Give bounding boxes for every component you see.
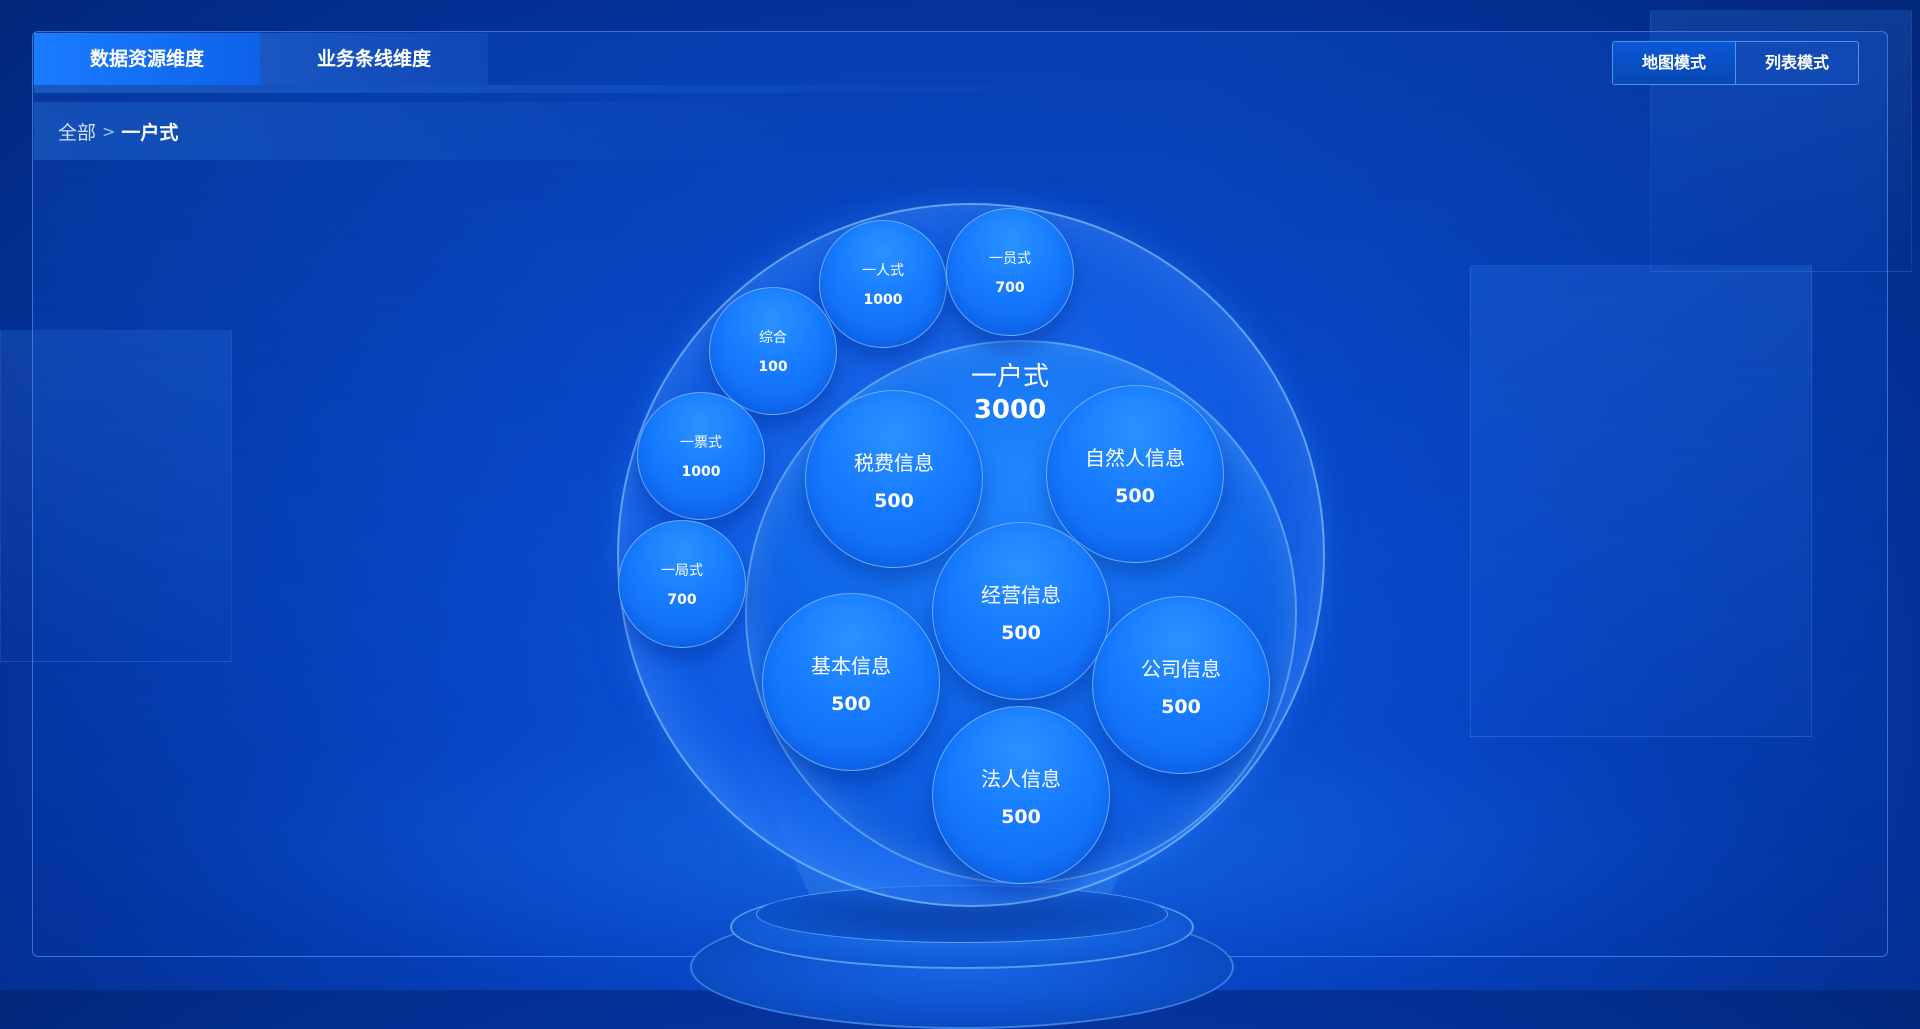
bubble-name: 公司信息 xyxy=(1141,656,1221,681)
bubble-value: 500 xyxy=(1115,484,1155,507)
chevron-right-icon: > xyxy=(102,122,116,141)
tab-underline-glow xyxy=(34,85,1064,93)
bubble-value: 500 xyxy=(1001,621,1041,644)
bubble-company-info[interactable]: 公司信息 500 xyxy=(1092,596,1270,774)
breadcrumb-root-link[interactable]: 全部 xyxy=(58,118,96,145)
bubble-natural-person-info[interactable]: 自然人信息 500 xyxy=(1046,385,1224,563)
dimension-tabs: 数据资源维度 业务条线维度 xyxy=(34,33,488,85)
bubble-value: 100 xyxy=(758,359,788,375)
bubble-yijushi[interactable]: 一局式 700 xyxy=(618,520,746,648)
breadcrumb: 全部 > 一户式 xyxy=(58,118,178,145)
view-mode-toggle: 地图模式 列表模式 xyxy=(1612,41,1859,85)
bubble-yiyuanshi[interactable]: 一员式 700 xyxy=(946,208,1074,336)
bubble-name: 自然人信息 xyxy=(1085,445,1185,470)
center-value: 3000 xyxy=(973,395,1047,425)
bubble-value: 500 xyxy=(1161,695,1201,718)
list-mode-button[interactable]: 列表模式 xyxy=(1735,42,1858,84)
bubble-legal-person-info[interactable]: 法人信息 500 xyxy=(932,706,1110,884)
bubble-name: 法人信息 xyxy=(981,766,1061,791)
tab-business-line[interactable]: 业务条线维度 xyxy=(260,33,488,85)
bubble-value: 500 xyxy=(874,489,914,512)
bubble-name: 一局式 xyxy=(661,563,703,579)
bubble-operation-info[interactable]: 经营信息 500 xyxy=(932,522,1110,700)
bubble-yipiaoshi[interactable]: 一票式 1000 xyxy=(637,392,765,520)
bubble-value: 1000 xyxy=(681,464,721,480)
bubble-basic-info[interactable]: 基本信息 500 xyxy=(762,593,940,771)
bubble-yirenshi[interactable]: 一人式 1000 xyxy=(819,220,947,348)
bubble-name: 税费信息 xyxy=(854,450,934,475)
center-label: 一户式 3000 xyxy=(950,356,1070,425)
bubble-name: 一票式 xyxy=(680,435,722,451)
bubble-name: 一人式 xyxy=(862,263,904,279)
bubble-tax-info[interactable]: 税费信息 500 xyxy=(805,390,983,568)
bubble-value: 700 xyxy=(667,592,697,608)
map-mode-button[interactable]: 地图模式 xyxy=(1613,42,1735,84)
bubble-name: 综合 xyxy=(759,330,787,346)
bubble-value: 1000 xyxy=(863,292,903,308)
bubble-value: 700 xyxy=(995,280,1025,296)
bubble-name: 经营信息 xyxy=(981,582,1061,607)
breadcrumb-current: 一户式 xyxy=(121,122,179,144)
tab-data-resource[interactable]: 数据资源维度 xyxy=(34,33,260,85)
bubble-value: 500 xyxy=(1001,805,1041,828)
bubble-name: 基本信息 xyxy=(811,653,891,678)
bubble-zonghe[interactable]: 综合 100 xyxy=(709,287,837,415)
bubble-name: 一员式 xyxy=(989,251,1031,267)
center-name: 一户式 xyxy=(970,362,1049,392)
bubble-value: 500 xyxy=(831,692,871,715)
